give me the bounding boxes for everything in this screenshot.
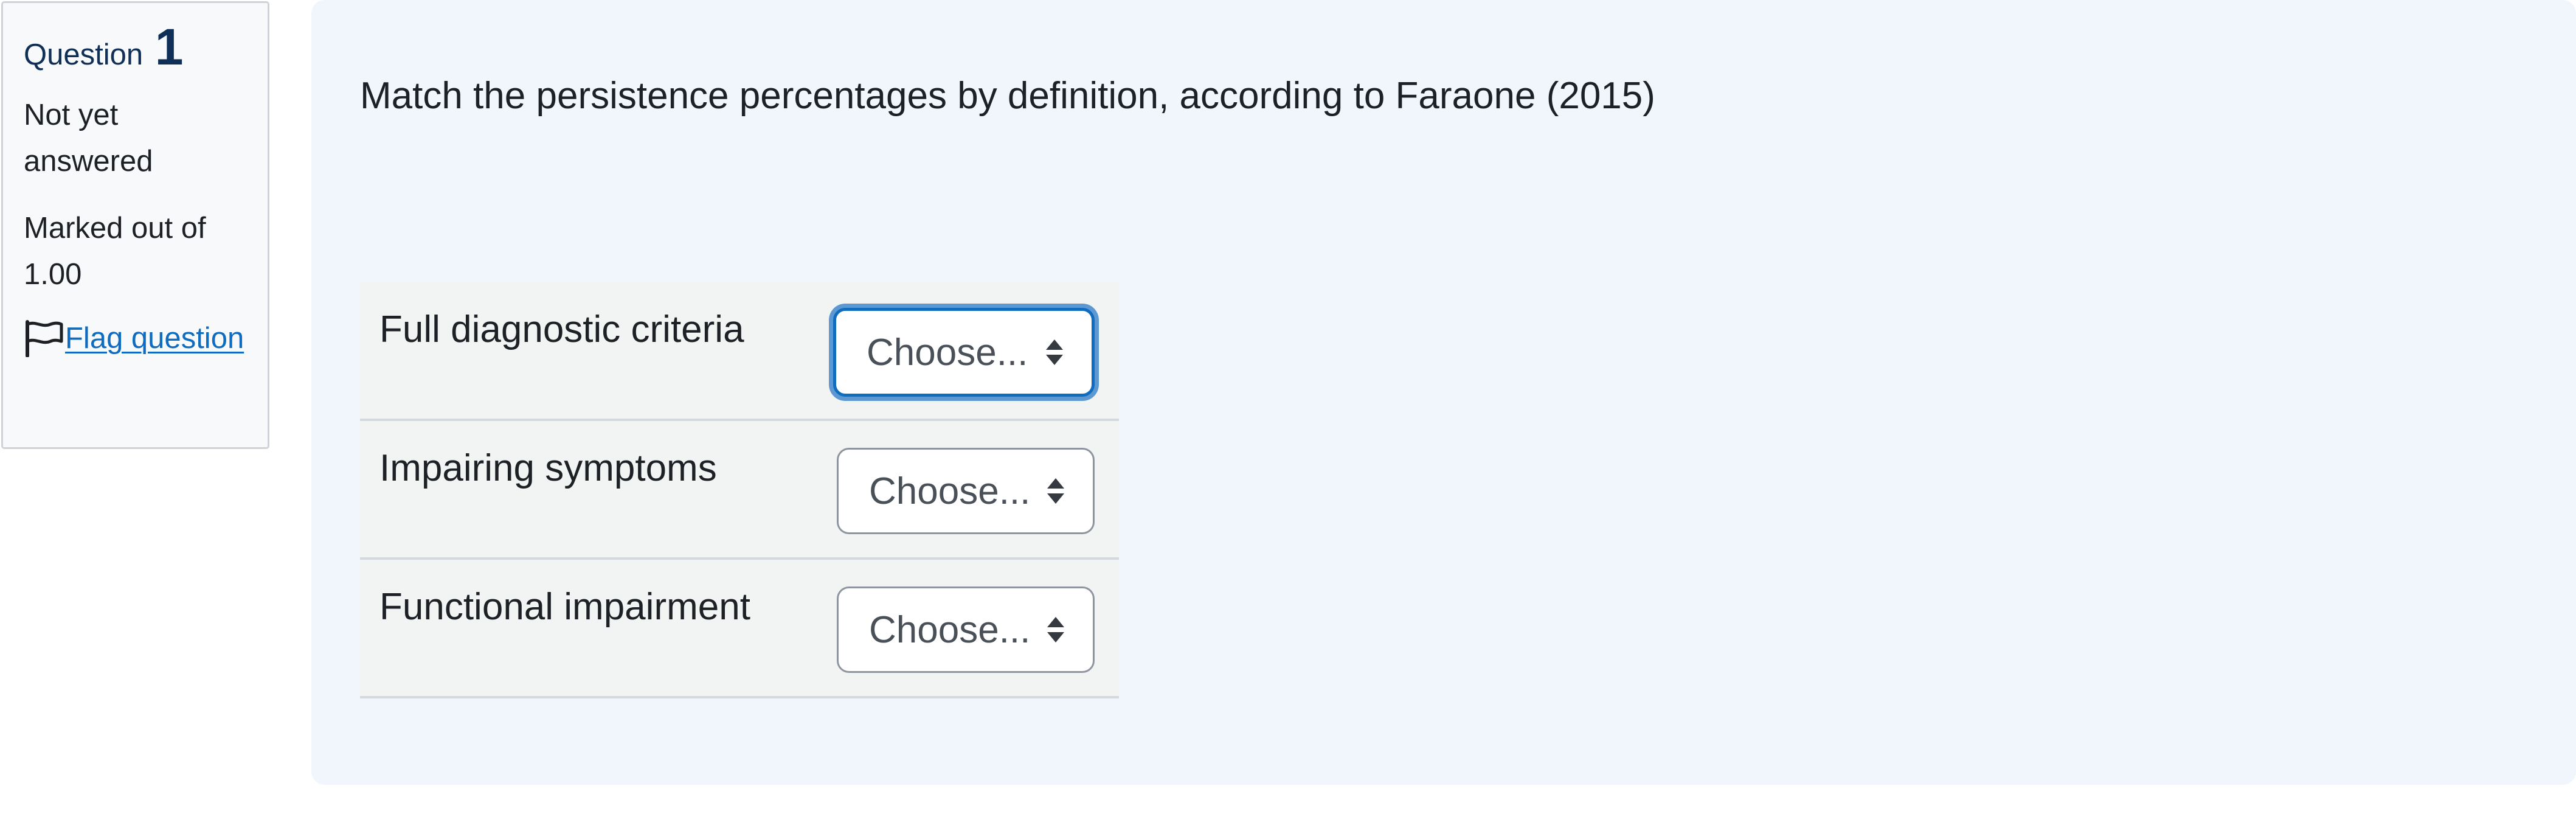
answer-stem: Full diagnostic criteria	[379, 308, 744, 350]
answer-stem: Impairing symptoms	[379, 447, 717, 489]
question-grade: Marked out of 1.00	[24, 212, 206, 291]
answer-row: Functional impairment Choose...	[360, 560, 1119, 698]
flag-question-link[interactable]: Flag question	[65, 321, 244, 355]
answer-row: Full diagnostic criteria Choose...	[360, 282, 1119, 421]
sort-arrows-icon	[1047, 478, 1064, 504]
answer-stem: Functional impairment	[379, 586, 750, 628]
question-info-panel: Question 1 Not yet answered Marked out o…	[1, 1, 269, 449]
flag-icon	[26, 320, 63, 357]
sort-arrows-icon	[1047, 617, 1064, 642]
question-label: Question	[24, 38, 144, 71]
sort-arrows-icon	[1046, 339, 1063, 365]
answer-select-value: Choose...	[867, 331, 1028, 374]
question-state: Not yet answered	[24, 99, 153, 178]
question-number-heading: Question 1	[24, 21, 247, 72]
question-content: Match the persistence percentages by def…	[311, 0, 2576, 785]
question-number: 1	[154, 18, 184, 75]
answer-select[interactable]: Choose...	[833, 308, 1095, 397]
question-text: Match the persistence percentages by def…	[360, 75, 1655, 117]
answer-select[interactable]: Choose...	[837, 448, 1095, 534]
match-answers-table: Full diagnostic criteria Choose... Impai…	[360, 282, 1119, 698]
answer-select[interactable]: Choose...	[837, 587, 1095, 673]
answer-select-value: Choose...	[869, 470, 1031, 512]
answer-row: Impairing symptoms Choose...	[360, 421, 1119, 560]
flag-question[interactable]: Flag question	[24, 319, 247, 357]
answer-select-value: Choose...	[869, 608, 1031, 651]
